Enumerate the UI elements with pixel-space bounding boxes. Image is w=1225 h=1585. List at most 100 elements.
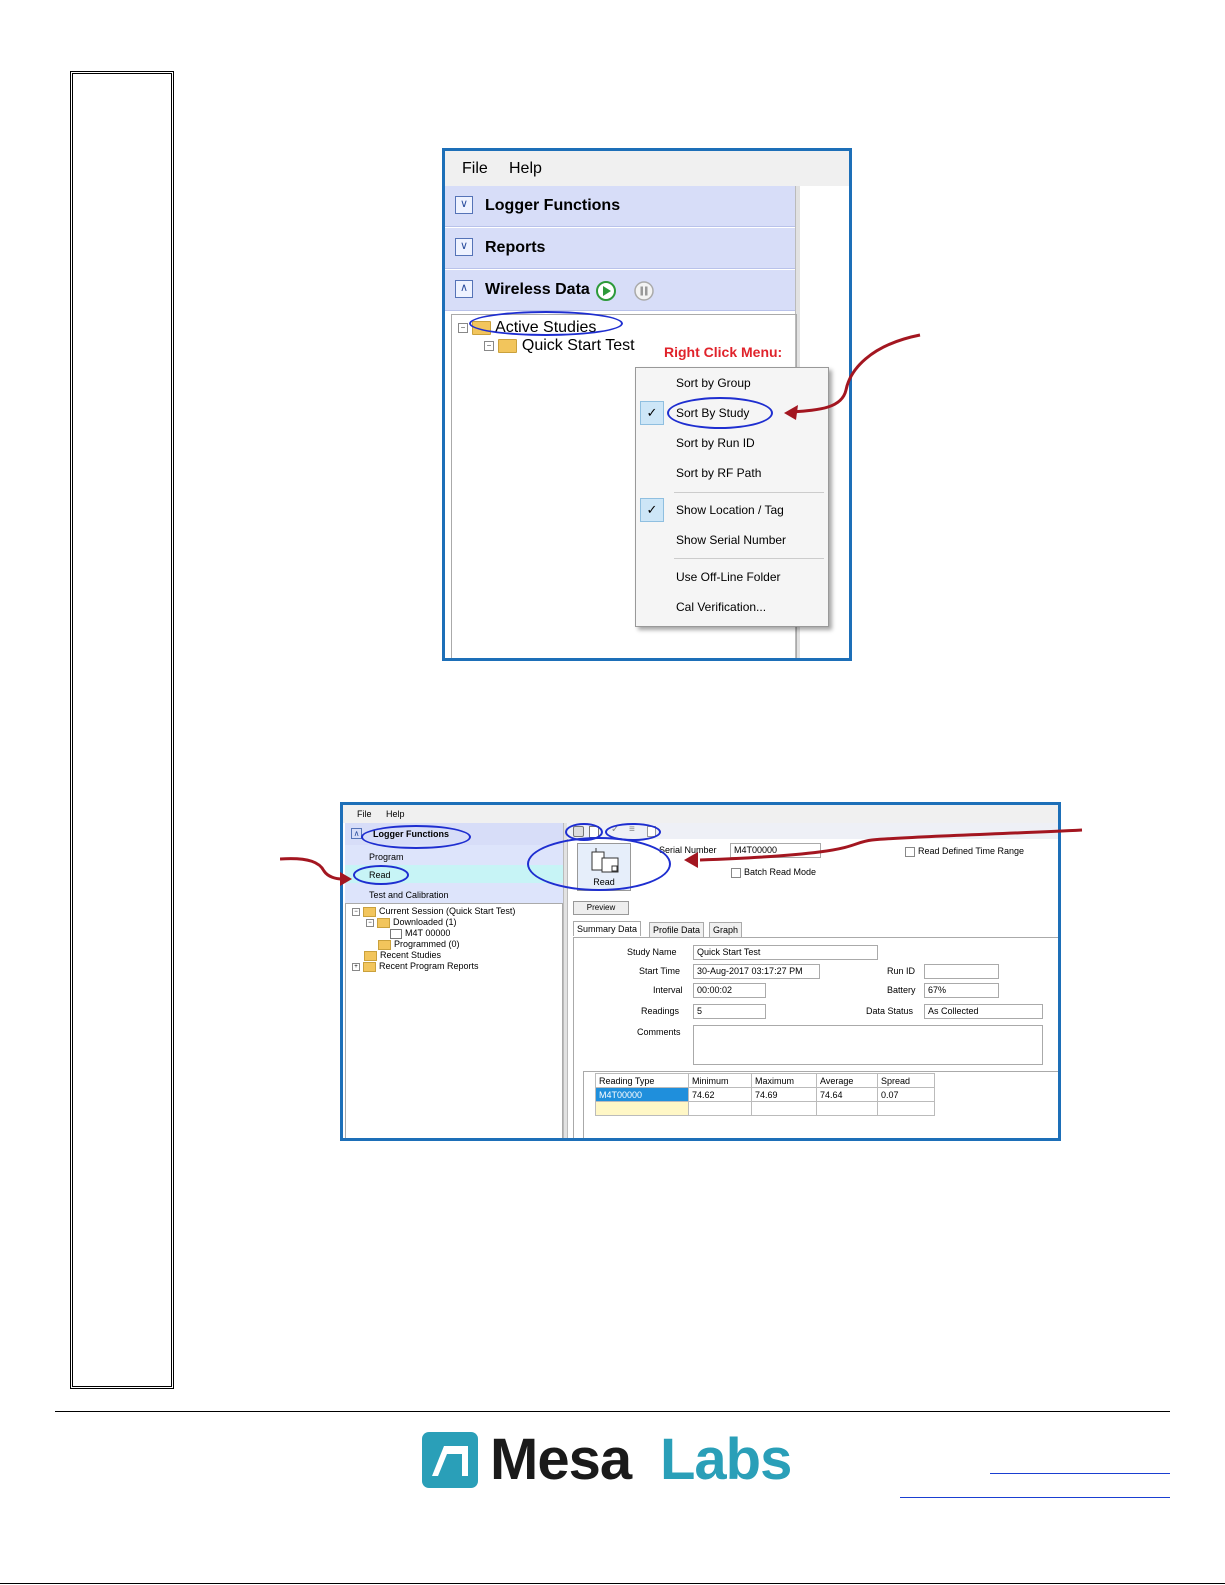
menu-item-show-serial-number[interactable]: Show Serial Number: [676, 533, 786, 547]
tree-recent-program-reports[interactable]: + Recent Program Reports: [352, 961, 479, 972]
check-icon: ✓: [640, 401, 664, 425]
collapse-icon[interactable]: −: [458, 322, 468, 333]
menu-item-use-off-line-folder[interactable]: Use Off-Line Folder: [676, 570, 781, 584]
run-id-field[interactable]: [924, 964, 999, 979]
tree-node-quick-start-test[interactable]: − Quick Start Test: [484, 337, 635, 355]
panel-reports[interactable]: ∨ Reports: [445, 228, 795, 269]
interval-field[interactable]: 00:00:02: [693, 983, 766, 998]
panel-title: Wireless Data: [485, 281, 590, 298]
start-time-field[interactable]: 30-Aug-2017 03:17:27 PM: [693, 964, 820, 979]
mesa-labs-logo: Mesa Labs: [422, 1427, 802, 1492]
table-cell[interactable]: [816, 1101, 878, 1116]
table-cell[interactable]: 74.64: [816, 1087, 878, 1102]
annotation-arrow: [784, 333, 921, 420]
highlight-ring-read-button: [527, 837, 671, 891]
folder-open-icon: [377, 917, 390, 928]
tab-summary-data[interactable]: Summary Data: [573, 921, 642, 936]
readings-label: Readings: [641, 1006, 680, 1016]
panel-logger-functions[interactable]: ∨ Logger Functions: [445, 186, 795, 227]
menu-help[interactable]: Help: [386, 809, 405, 819]
expand-icon[interactable]: +: [352, 962, 360, 971]
battery-label: Battery: [887, 985, 916, 995]
table-cell[interactable]: 74.69: [751, 1087, 817, 1102]
menu-bar: File Help: [343, 805, 1058, 823]
tree-label: Current Session (Quick Start Test): [379, 906, 516, 916]
page-side-box: [70, 71, 174, 1389]
folder-open-icon: [378, 939, 391, 950]
table-cell[interactable]: [595, 1101, 689, 1116]
annotation-arrow: [684, 828, 1083, 868]
check-icon: ✓: [640, 498, 664, 522]
panel-title: Logger Functions: [485, 197, 621, 214]
table-cell[interactable]: [877, 1101, 935, 1116]
column-header[interactable]: Maximum: [751, 1073, 817, 1088]
menu-item-sort-by-rf-path[interactable]: Sort by RF Path: [676, 466, 761, 480]
function-program[interactable]: Program: [369, 852, 404, 862]
menu-item-show-location-tag[interactable]: Show Location / Tag: [676, 503, 784, 517]
collapse-icon[interactable]: −: [484, 340, 494, 351]
highlight-ring-toolbar-right: [605, 823, 661, 841]
table-cell[interactable]: [688, 1101, 752, 1116]
annotation-right-click-menu: Right Click Menu:: [664, 344, 783, 360]
table-new-row[interactable]: [595, 1101, 935, 1116]
data-status-field[interactable]: As Collected: [924, 1004, 1043, 1019]
table-cell[interactable]: 0.07: [877, 1087, 935, 1102]
tree-downloaded[interactable]: − Downloaded (1): [366, 917, 457, 928]
tree-recent-studies[interactable]: Recent Studies: [364, 950, 441, 961]
tree-programmed[interactable]: Programmed (0): [378, 939, 460, 950]
preview-button[interactable]: Preview: [573, 901, 629, 915]
column-header[interactable]: Spread: [877, 1073, 935, 1088]
menu-file[interactable]: File: [357, 809, 372, 819]
comments-field[interactable]: [693, 1025, 1043, 1065]
data-status-label: Data Status: [866, 1006, 914, 1016]
menu-item-sort-by-group[interactable]: Sort by Group: [676, 376, 751, 390]
footer-link-line[interactable]: [990, 1473, 1170, 1474]
logo-text-labs: Labs: [660, 1427, 792, 1492]
expand-chevron-icon[interactable]: ∨: [455, 238, 473, 256]
tree-label: Programmed (0): [394, 939, 460, 949]
highlight-ring-toolbar-left: [565, 823, 603, 841]
panel-wireless-data[interactable]: ∧ Wireless Data: [445, 270, 795, 311]
tree-device[interactable]: M4T 00000: [390, 928, 450, 939]
tab-graph[interactable]: Graph: [709, 922, 743, 937]
pause-icon[interactable]: [633, 280, 655, 302]
menu-separator: [674, 558, 824, 559]
menu-item-cal-verification[interactable]: Cal Verification...: [676, 600, 766, 614]
readings-table: Reading Type Minimum Maximum Average Spr…: [595, 1073, 935, 1116]
logger-icon: [390, 928, 402, 939]
column-header[interactable]: Minimum: [688, 1073, 752, 1088]
mesa-labs-mark-icon: [422, 1432, 478, 1488]
start-time-label: Start Time: [639, 966, 681, 976]
column-header[interactable]: Reading Type: [595, 1073, 689, 1088]
bottom-rule: [0, 1583, 1225, 1584]
collapse-chevron-icon[interactable]: ∧: [455, 280, 473, 298]
menu-file[interactable]: File: [462, 160, 488, 178]
footer-link-line[interactable]: [900, 1497, 1170, 1498]
collapse-icon[interactable]: −: [352, 907, 360, 916]
table-cell[interactable]: M4T00000: [595, 1087, 689, 1102]
logo-text-mesa: Mesa: [490, 1427, 632, 1492]
menu-help[interactable]: Help: [509, 160, 542, 178]
table-row[interactable]: M4T00000 74.62 74.69 74.64 0.07: [595, 1087, 935, 1102]
column-header[interactable]: Average: [816, 1073, 878, 1088]
tree-current-session[interactable]: − Current Session (Quick Start Test): [352, 906, 515, 917]
table-cell[interactable]: 74.62: [688, 1087, 752, 1102]
collapse-icon[interactable]: −: [366, 918, 374, 927]
folder-icon: [498, 338, 518, 353]
tab-profile-data[interactable]: Profile Data: [649, 922, 705, 937]
battery-field[interactable]: 67%: [924, 983, 999, 998]
function-test-and-calibration[interactable]: Test and Calibration: [369, 890, 449, 900]
study-name-label: Study Name: [627, 947, 677, 957]
study-name-field[interactable]: Quick Start Test: [693, 945, 878, 960]
tree-label: Recent Studies: [380, 950, 442, 960]
play-icon[interactable]: [595, 280, 617, 302]
readings-field[interactable]: 5: [693, 1004, 766, 1019]
expand-chevron-icon[interactable]: ∨: [455, 196, 473, 214]
table-cell[interactable]: [751, 1101, 817, 1116]
tree-label: Quick Start Test: [521, 337, 635, 354]
tree-label: Recent Program Reports: [379, 961, 479, 971]
session-tree: − Current Session (Quick Start Test) − Dow…: [345, 903, 563, 1138]
panel-title: Reports: [485, 239, 546, 256]
highlight-ring-read: [353, 865, 409, 885]
menu-item-sort-by-run-id[interactable]: Sort by Run ID: [676, 436, 755, 450]
